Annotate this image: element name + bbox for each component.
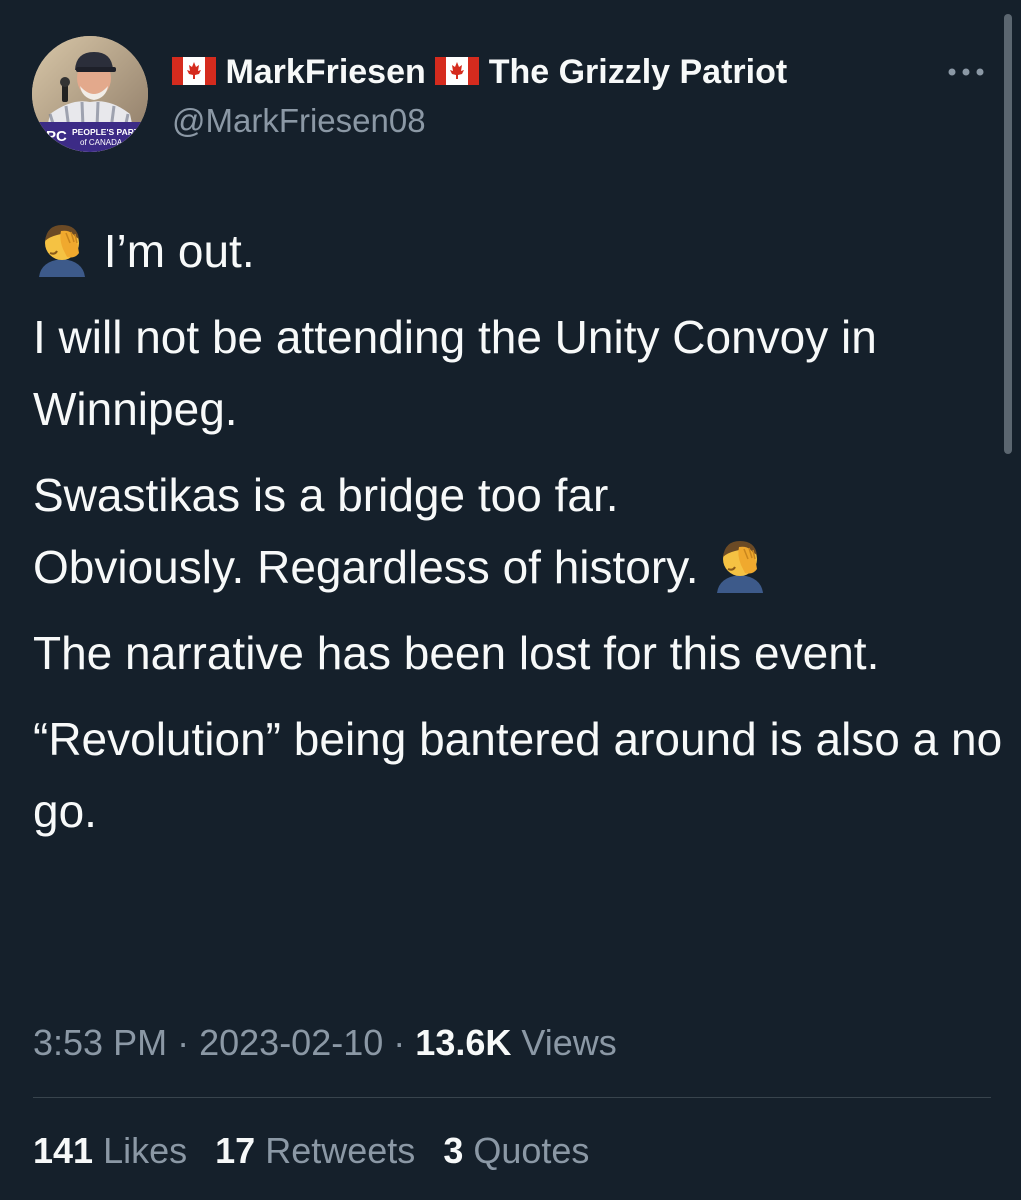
meta-separator: · <box>177 1022 190 1063</box>
tweet-paragraph-4: The narrative has been lost for this eve… <box>33 627 880 679</box>
tweet-paragraph-3: Swastikas is a bridge too far. Obviously… <box>33 459 1003 603</box>
tweet-stats: 141 Likes 17 Retweets 3 Quotes <box>33 1128 607 1174</box>
tweet-date[interactable]: 2023-02-10 <box>199 1022 383 1063</box>
avatar-banner-line2: of CANADA <box>80 138 123 147</box>
display-name[interactable]: MarkFriesen The Grizzly Patriot <box>172 50 787 94</box>
retweets-label: Retweets <box>265 1130 416 1171</box>
user-handle[interactable]: @MarkFriesen08 <box>172 100 426 142</box>
scrollbar[interactable] <box>1004 14 1012 454</box>
avatar-image: PPC PEOPLE'S PART of CANADA <box>32 36 148 152</box>
views-count: 13.6K <box>415 1022 512 1063</box>
avatar-logo: PPC <box>36 128 67 145</box>
tweet-time[interactable]: 3:53 PM <box>33 1022 167 1063</box>
quotes-count: 3 <box>443 1130 464 1171</box>
quotes-label: Quotes <box>473 1130 590 1171</box>
face-palm-icon <box>717 541 764 593</box>
display-name-part1: MarkFriesen <box>225 53 426 91</box>
tweet-meta: 3:53 PM · 2023-02-10 · 13.6K Views <box>33 1020 617 1066</box>
tweet-paragraph-5: “Revolution” being bantered around is al… <box>33 713 1003 837</box>
divider <box>33 1097 991 1098</box>
more-options-icon[interactable] <box>945 62 987 82</box>
likes-label: Likes <box>103 1130 188 1171</box>
meta-separator: · <box>393 1022 406 1063</box>
avatar[interactable]: PPC PEOPLE'S PART of CANADA <box>32 36 148 152</box>
likes-stat[interactable]: 141 Likes <box>33 1130 197 1171</box>
retweets-count: 17 <box>215 1130 256 1171</box>
tweet-detail: PPC PEOPLE'S PART of CANADA MarkFriesen … <box>0 0 1021 1200</box>
tweet-line-1: I’m out. <box>103 225 255 277</box>
tweet-paragraph-2: I will not be attending the Unity Convoy… <box>33 311 877 435</box>
likes-count: 141 <box>33 1130 94 1171</box>
tweet-paragraph-3-line-2: Obviously. Regardless of history. <box>33 541 699 593</box>
views-label: Views <box>521 1022 617 1063</box>
tweet-text: I’m out. I will not be attending the Uni… <box>33 215 1003 861</box>
canada-flag-icon <box>435 57 480 86</box>
quotes-stat[interactable]: 3 Quotes <box>443 1130 589 1171</box>
avatar-banner-line1: PEOPLE'S PART <box>72 127 140 137</box>
display-name-part2: The Grizzly Patriot <box>488 53 788 91</box>
tweet-paragraph-1: I’m out. <box>33 215 1003 287</box>
face-palm-icon <box>39 225 85 277</box>
retweets-stat[interactable]: 17 Retweets <box>215 1130 425 1171</box>
tweet-paragraph-3-line-1: Swastikas is a bridge too far. <box>33 469 619 521</box>
canada-flag-icon <box>172 57 216 86</box>
